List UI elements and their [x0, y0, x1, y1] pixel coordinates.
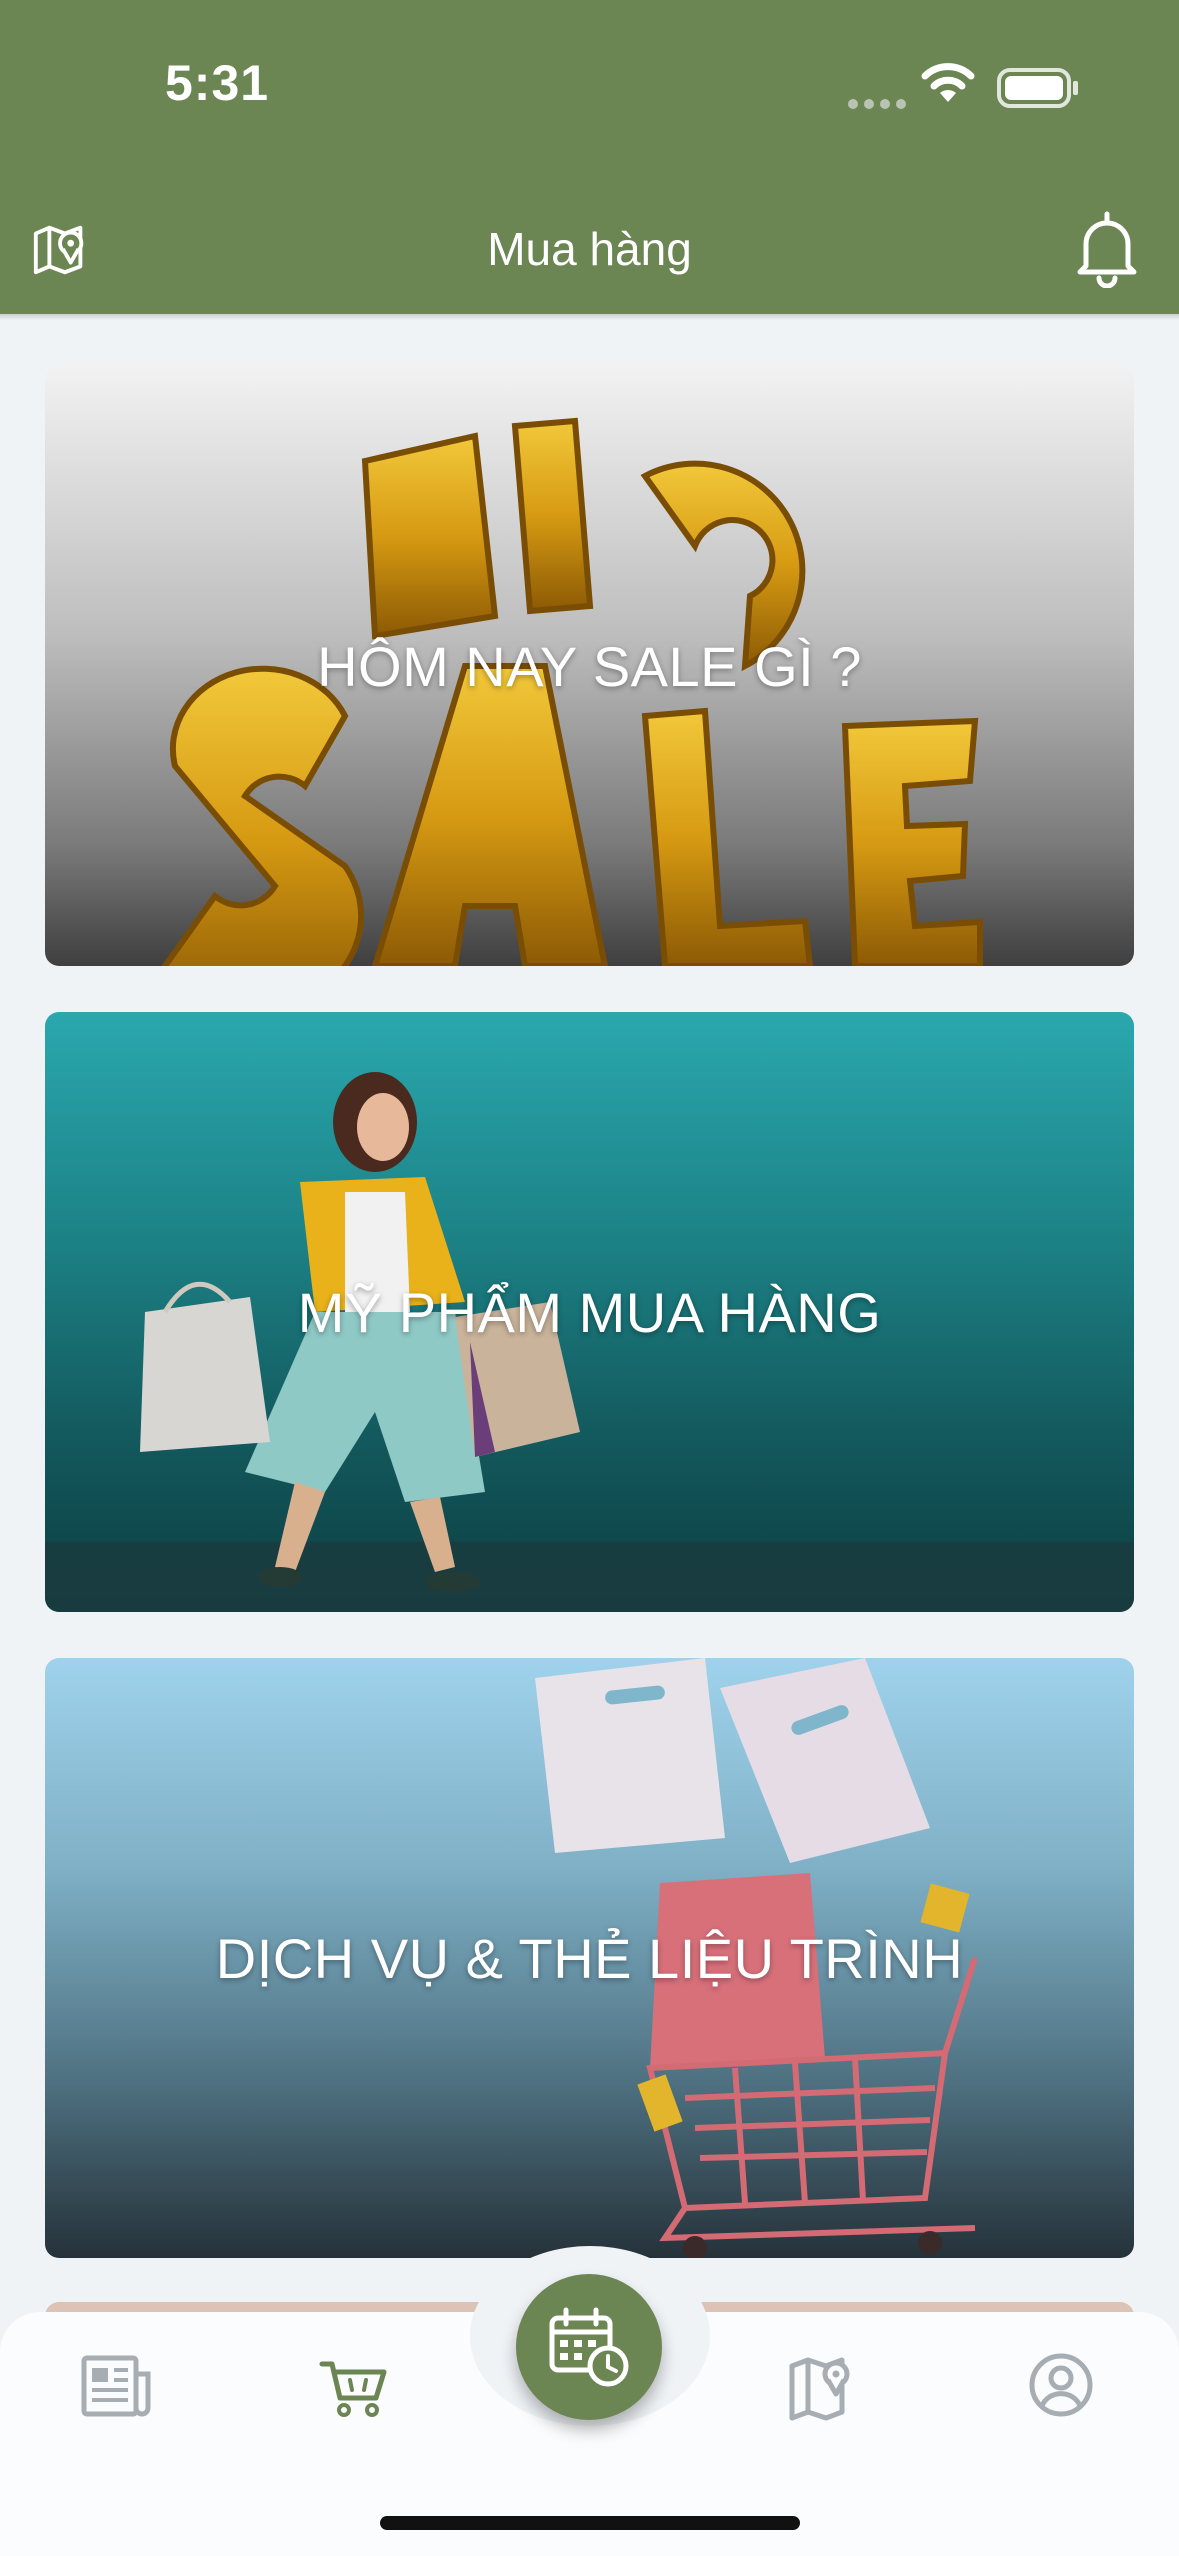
cellular-signal-icon	[848, 96, 912, 114]
user-circle-icon[interactable]	[1016, 2340, 1106, 2430]
category-label: HÔM NAY SALE GÌ ?	[317, 634, 862, 698]
page-title: Mua hàng	[487, 223, 692, 275]
wifi-icon	[921, 63, 975, 102]
bell-icon[interactable]	[1072, 208, 1142, 288]
cart-icon[interactable]	[308, 2340, 398, 2430]
category-card-services[interactable]: DỊCH VỤ & THẺ LIỆU TRÌNH	[45, 1658, 1134, 2258]
category-card-cosmetics[interactable]: MỸ PHẨM MUA HÀNG	[45, 1012, 1134, 1612]
category-card-sale[interactable]: HÔM NAY SALE GÌ ?	[45, 366, 1134, 966]
header-shadow	[0, 314, 1179, 320]
category-label: MỸ PHẨM MUA HÀNG	[297, 1280, 882, 1344]
home-indicator	[380, 2516, 800, 2530]
category-label: DỊCH VỤ & THẺ LIỆU TRÌNH	[215, 1926, 964, 1990]
status-time: 5:31	[165, 55, 270, 111]
map-icon[interactable]	[780, 2340, 870, 2430]
calendar-clock-icon	[549, 2307, 629, 2387]
booking-button[interactable]	[516, 2274, 662, 2420]
battery-icon	[997, 68, 1078, 108]
newspaper-icon[interactable]	[72, 2340, 162, 2430]
